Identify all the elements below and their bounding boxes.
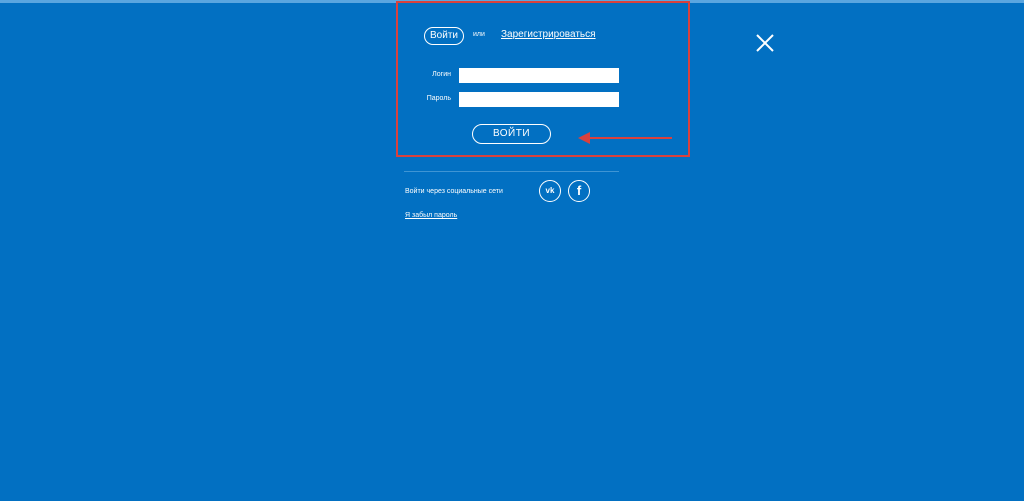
social-login-label: Войти через социальные сети xyxy=(405,188,503,195)
vk-icon: vk xyxy=(545,186,555,195)
divider xyxy=(404,171,619,172)
login-label: Логин xyxy=(432,71,451,78)
close-icon[interactable] xyxy=(756,34,774,52)
or-text: или xyxy=(473,31,485,38)
register-link[interactable]: Зарегистрироваться xyxy=(501,29,596,40)
submit-login-button[interactable]: ВОЙТИ xyxy=(472,124,551,144)
password-label: Пароль xyxy=(426,95,451,102)
login-tab[interactable]: Войти xyxy=(424,27,464,45)
forgot-password-link[interactable]: Я забыл пароль xyxy=(405,212,457,219)
vk-login-button[interactable]: vk xyxy=(539,180,561,202)
facebook-icon: f xyxy=(576,183,582,198)
password-input[interactable] xyxy=(459,92,619,107)
login-input[interactable] xyxy=(459,68,619,83)
facebook-login-button[interactable]: f xyxy=(568,180,590,202)
arrow-left-icon xyxy=(578,132,672,144)
